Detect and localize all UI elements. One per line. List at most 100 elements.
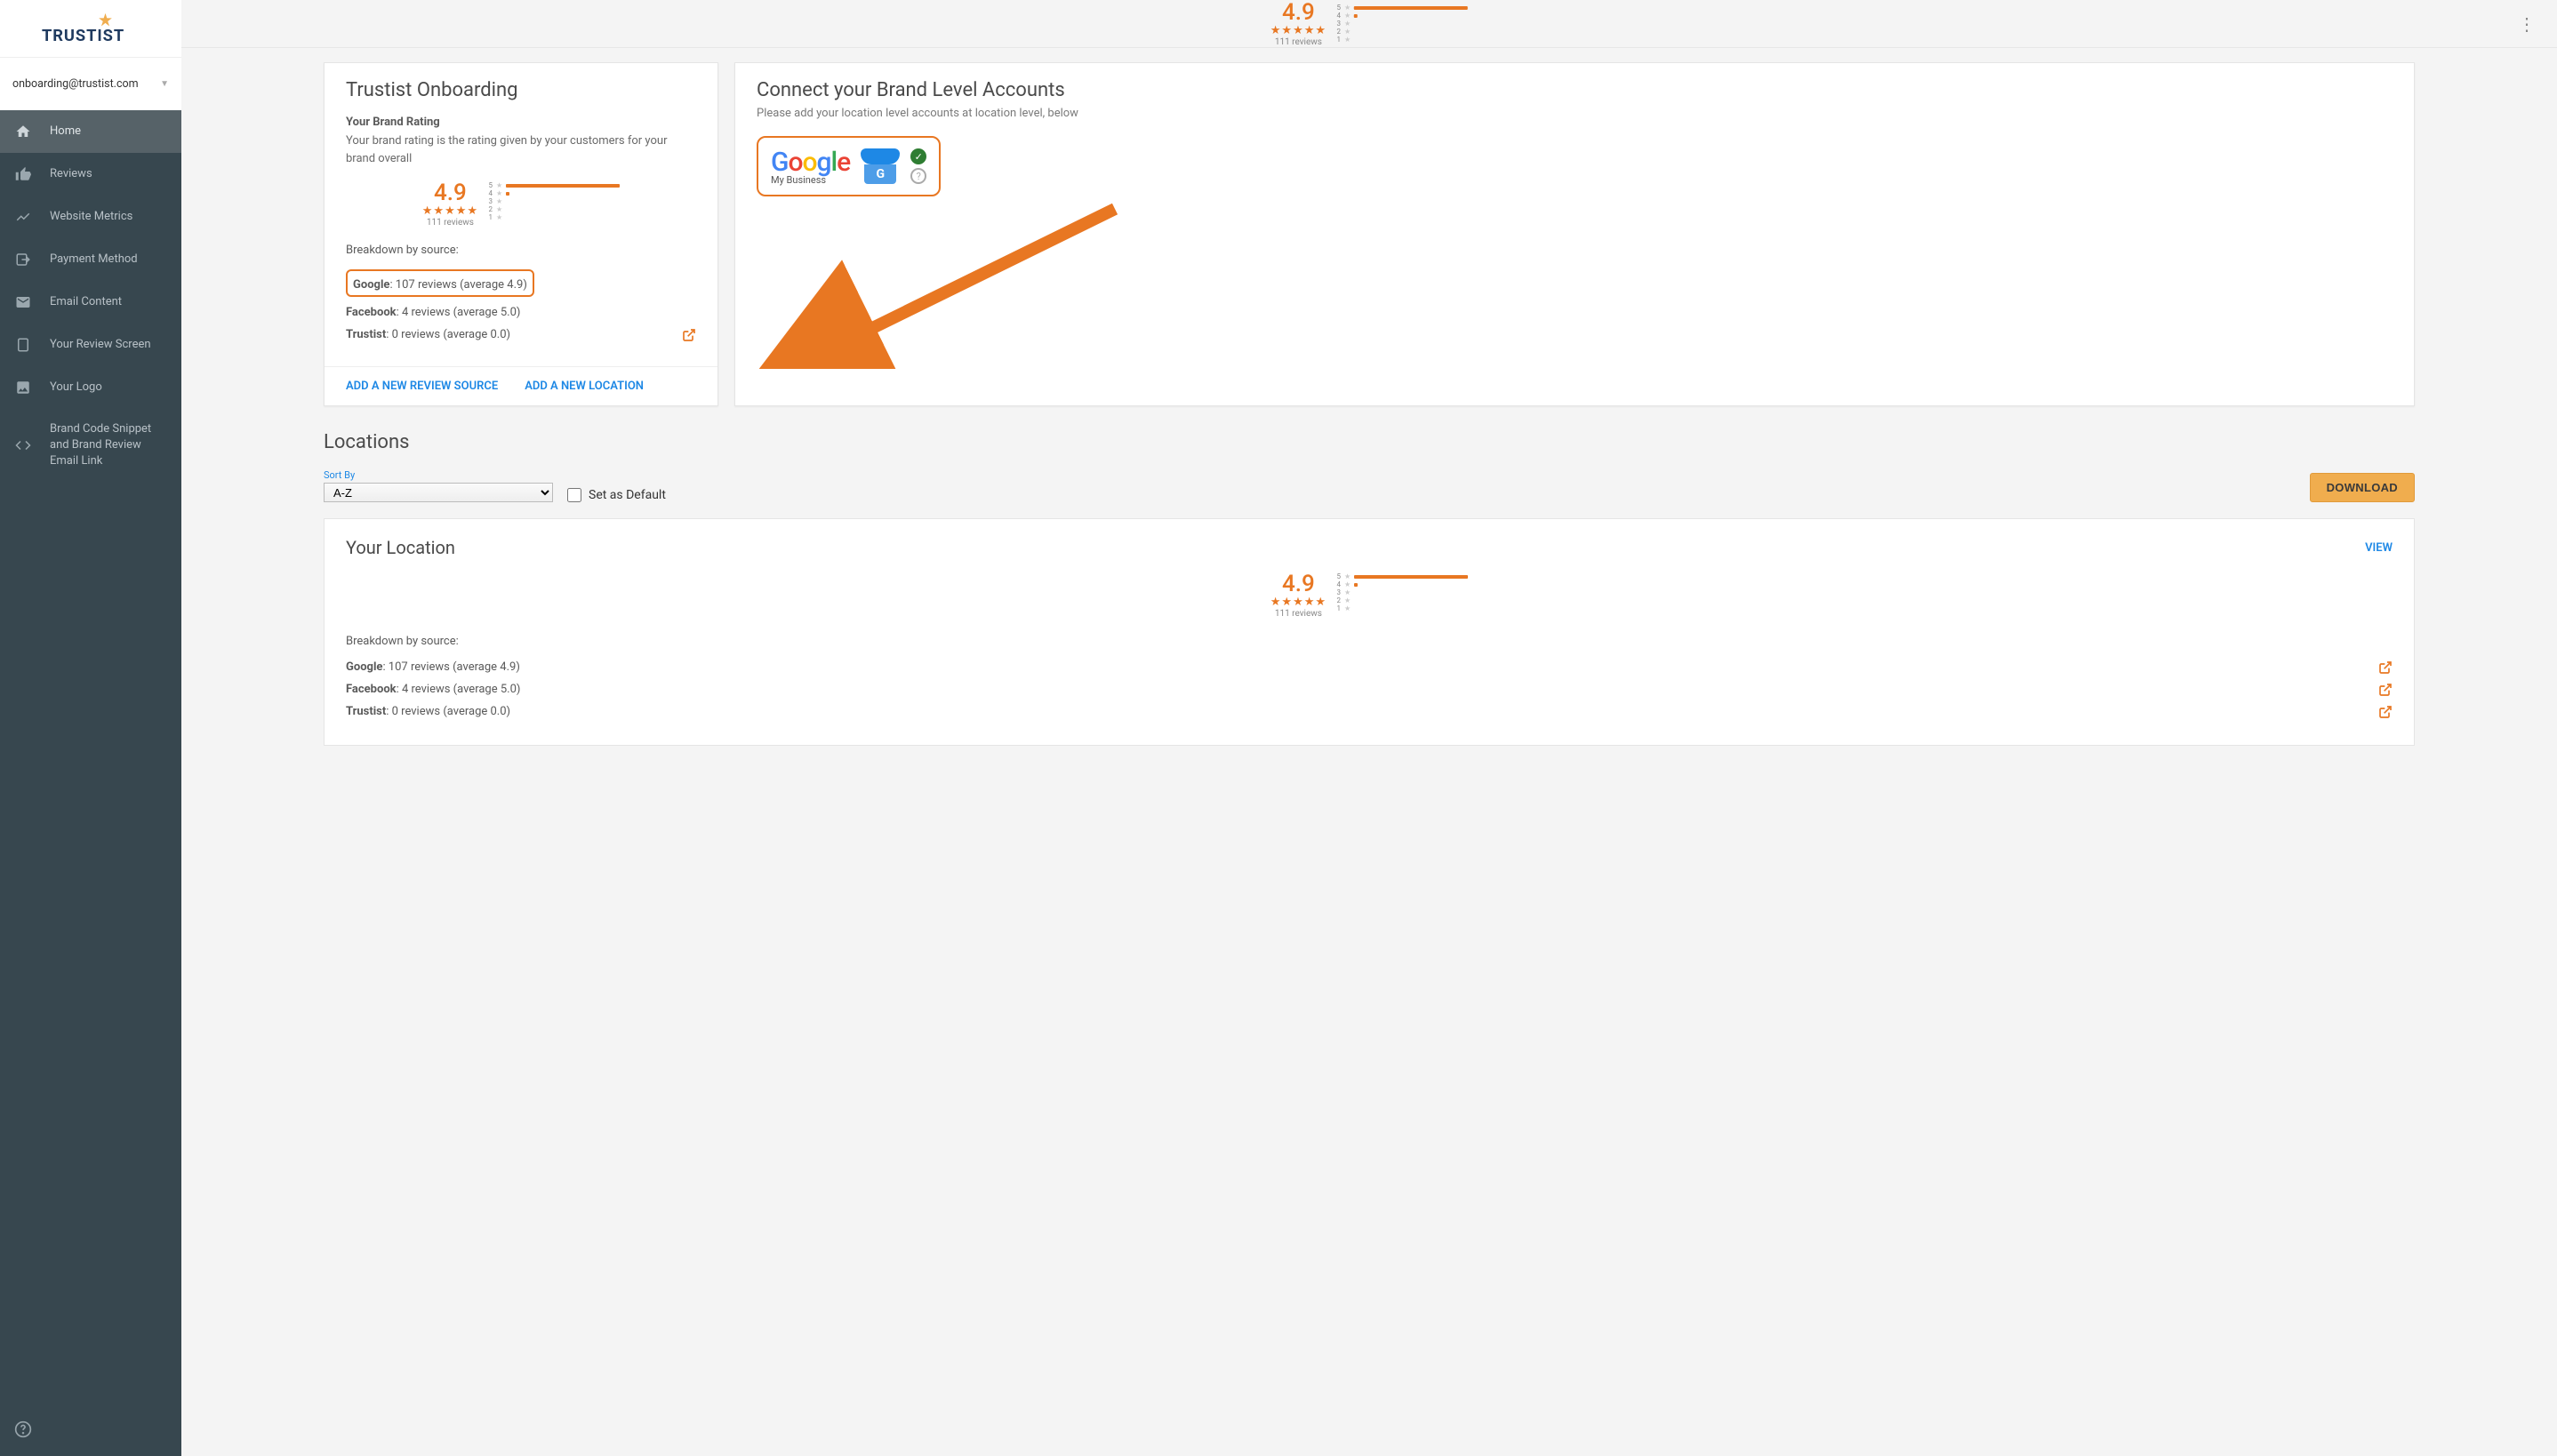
source-row: Facebook: 4 reviews (average 5.0) <box>346 683 2393 696</box>
sidebar-item-review-screen[interactable]: Your Review Screen <box>0 324 181 366</box>
sidebar-item-label: Reviews <box>50 166 92 182</box>
gmb-sublabel: My Business <box>771 174 826 186</box>
open-external-icon[interactable] <box>2378 660 2393 678</box>
sidebar-item-label: Payment Method <box>50 252 138 268</box>
sidebar-item-metrics[interactable]: Website Metrics <box>0 196 181 238</box>
connect-card: Connect your Brand Level Accounts Please… <box>734 62 2415 406</box>
source-name: Facebook <box>346 306 397 319</box>
location-rating-block: 4.9 ★★★★★ 111 reviews 5★ 4★ 3★ 2★ 1★ <box>346 572 2393 619</box>
onboarding-card: Trustist Onboarding Your Brand Rating Yo… <box>324 62 718 406</box>
main-content: 4.9 ★★★★★ 111 reviews 5★ 4★ 3★ 2★ 1★ ⋮ T <box>181 0 2557 1456</box>
brand-rating-desc: Your brand rating is the rating given by… <box>346 132 696 167</box>
onboarding-title: Trustist Onboarding <box>346 79 696 101</box>
source-rest: : 0 reviews (average 0.0) <box>386 328 510 341</box>
add-location-button[interactable]: ADD A NEW LOCATION <box>525 380 644 393</box>
sidebar-item-label: Home <box>50 124 81 140</box>
open-external-icon[interactable] <box>682 328 696 346</box>
thumbs-icon <box>14 165 32 183</box>
source-name: Google <box>353 278 389 292</box>
open-external-icon[interactable] <box>2378 705 2393 723</box>
sort-label: Sort By <box>324 469 553 481</box>
chart-line-icon <box>14 208 32 226</box>
kebab-menu-icon[interactable]: ⋮ <box>2518 13 2536 35</box>
sidebar-item-label: Your Review Screen <box>50 337 151 353</box>
source-rest: : 4 reviews (average 5.0) <box>397 306 521 319</box>
sidebar-item-reviews[interactable]: Reviews <box>0 153 181 196</box>
source-row: Google: 107 reviews (average 4.9) <box>346 660 2393 674</box>
rating-value: 4.9 <box>422 181 478 204</box>
account-email: onboarding@trustist.com <box>12 77 139 91</box>
account-dropdown[interactable]: onboarding@trustist.com ▼ <box>0 57 181 110</box>
brand-rating-block: 4.9 ★★★★★ 111 reviews 5★ 4★ 3★ 2★ 1★ <box>346 181 696 228</box>
storefront-icon: G <box>861 148 900 184</box>
rating-distribution: 5★ 4★ 3★ 2★ 1★ <box>1335 572 1468 619</box>
stars-icon: ★★★★★ <box>1270 24 1327 37</box>
sidebar-item-label: Brand Code Snippet and Brand Review Emai… <box>50 421 167 470</box>
add-source-button[interactable]: ADD A NEW REVIEW SOURCE <box>346 380 498 393</box>
sidebar-item-label: Email Content <box>50 294 122 310</box>
source-rest: : 4 reviews (average 5.0) <box>397 683 521 696</box>
source-rest: : 107 reviews (average 4.9) <box>389 278 526 292</box>
source-row: Facebook: 4 reviews (average 5.0) <box>346 306 696 319</box>
image-icon <box>14 379 32 396</box>
home-icon <box>14 123 32 140</box>
source-rest: : 0 reviews (average 0.0) <box>386 705 510 718</box>
sidebar-item-home[interactable]: Home <box>0 110 181 153</box>
connect-title: Connect your Brand Level Accounts <box>757 79 2393 101</box>
location-title: Your Location <box>346 537 455 558</box>
review-count: 111 reviews <box>422 218 478 228</box>
checkbox-label: Set as Default <box>589 488 666 502</box>
sort-select[interactable]: A-Z <box>324 483 553 502</box>
source-name: Trustist <box>346 328 386 341</box>
location-card: Your Location VIEW 4.9 ★★★★★ 111 reviews… <box>324 518 2415 746</box>
topbar-rating: 4.9 ★★★★★ 111 reviews 5★ 4★ 3★ 2★ 1★ <box>1270 1 1468 47</box>
connect-subtitle: Please add your location level accounts … <box>757 107 2393 120</box>
topbar: 4.9 ★★★★★ 111 reviews 5★ 4★ 3★ 2★ 1★ ⋮ <box>181 0 2557 48</box>
locations-heading: Locations <box>324 431 2415 453</box>
help-icon[interactable] <box>14 1420 32 1442</box>
stars-icon: ★★★★★ <box>1270 596 1327 609</box>
rating-distribution: 5★ 4★ 3★ 2★ 1★ <box>487 181 620 228</box>
open-external-icon[interactable] <box>2378 683 2393 700</box>
rating-summary: 4.9 ★★★★★ 111 reviews <box>1270 1 1327 47</box>
brand-logo: TRUSTIST <box>0 0 181 57</box>
source-row: Trustist: 0 reviews (average 0.0) <box>346 705 2393 718</box>
source-name: Google <box>346 660 382 674</box>
source-rest: : 107 reviews (average 4.9) <box>382 660 519 674</box>
set-default-checkbox[interactable]: Set as Default <box>567 488 666 502</box>
card-actions: ADD A NEW REVIEW SOURCE ADD A NEW LOCATI… <box>325 366 717 405</box>
checkbox-input[interactable] <box>567 488 581 502</box>
source-name: Trustist <box>346 705 386 718</box>
chevron-down-icon: ▼ <box>160 79 169 89</box>
source-name: Facebook <box>346 683 397 696</box>
sidebar-item-logo[interactable]: Your Logo <box>0 366 181 409</box>
sort-row: Sort By A-Z Set as Default DOWNLOAD <box>324 469 2415 502</box>
source-row: Trustist: 0 reviews (average 0.0) <box>346 328 696 341</box>
download-button[interactable]: DOWNLOAD <box>2310 473 2415 502</box>
breakdown-label: Breakdown by source: <box>346 635 2393 648</box>
content: Trustist Onboarding Your Brand Rating Yo… <box>181 48 2557 1456</box>
code-icon <box>14 436 32 454</box>
checkmark-icon: ✓ <box>910 148 926 164</box>
sidebar-item-label: Your Logo <box>50 380 102 396</box>
gmb-logo: Google My Business <box>771 147 850 186</box>
review-count: 111 reviews <box>1270 37 1327 47</box>
google-my-business-tile[interactable]: Google My Business G ✓ ? <box>757 136 941 196</box>
google-wordmark-icon: Google <box>771 147 850 178</box>
highlighted-source: Google: 107 reviews (average 4.9) <box>346 269 534 297</box>
help-icon[interactable]: ? <box>910 168 926 184</box>
view-location-button[interactable]: VIEW <box>2365 541 2393 555</box>
sidebar: TRUSTIST onboarding@trustist.com ▼ Home … <box>0 0 181 1456</box>
stars-icon: ★★★★★ <box>422 204 478 218</box>
sidebar-item-payment[interactable]: Payment Method <box>0 238 181 281</box>
mail-icon <box>14 293 32 311</box>
rating-value: 4.9 <box>1270 572 1327 596</box>
gmb-status: ✓ ? <box>910 148 926 184</box>
rating-distribution: 5★ 4★ 3★ 2★ 1★ <box>1335 4 1468 44</box>
tablet-icon <box>14 336 32 354</box>
sidebar-item-email[interactable]: Email Content <box>0 281 181 324</box>
svg-text:TRUSTIST: TRUSTIST <box>42 27 124 45</box>
sidebar-item-label: Website Metrics <box>50 209 132 225</box>
rating-value: 4.9 <box>1270 1 1327 24</box>
sidebar-item-snippet[interactable]: Brand Code Snippet and Brand Review Emai… <box>0 409 181 483</box>
